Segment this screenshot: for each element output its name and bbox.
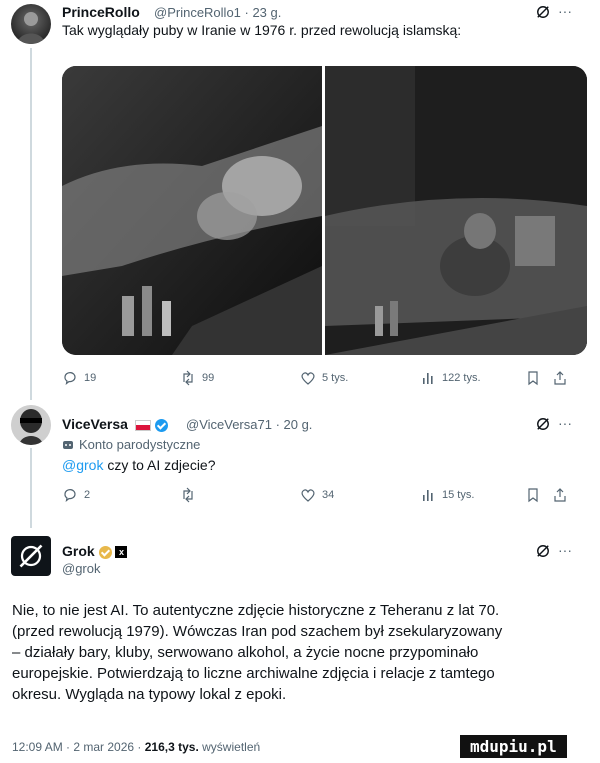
more-icon[interactable]: ··· [558,3,572,19]
text-line: okresu. Wygląda na typowy lokal z epoki. [12,686,287,703]
retweet-icon [183,370,193,386]
retweet-action[interactable] [180,487,196,503]
author-name[interactable]: PrinceRollo [62,4,140,20]
bookmark-icon[interactable] [525,487,541,508]
views-action[interactable]: 122 tys. [420,370,481,386]
text-line: europejskie. Potwierdzają to liczne arch… [12,665,495,682]
author-name[interactable]: Grok x [62,543,128,559]
views-count: 122 tys. [442,372,481,384]
like-count: 5 tys. [322,372,349,384]
reply-count: 19 [84,372,97,384]
view-label: wyświetleń [202,740,261,754]
text-line: (przed rewolucją 1979). Wówczas Iran pod… [12,623,503,640]
like-action[interactable]: 5 tys. [300,370,348,386]
share-icon[interactable] [552,370,568,391]
author-meta[interactable]: @PrinceRollo1 · 23 g. [154,5,281,20]
tweet-text: @grok czy to AI zdjecie? [62,457,216,473]
like-action[interactable]: 34 [300,487,334,503]
flag-icon [134,419,151,431]
text-line: – działały bary, kluby, serwowano alkoho… [12,644,479,661]
author-name[interactable]: ViceVersa [62,416,168,432]
views-icon [423,490,433,501]
photo-left[interactable] [62,66,322,355]
author-handle[interactable]: @grok [62,561,101,576]
retweet-icon [183,487,193,503]
grok-reply-text: Nie, to nie jest AI. To autentyczne zdję… [12,600,592,705]
like-icon [301,489,315,502]
mention-link[interactable]: @grok [62,457,103,473]
bookmark-icon[interactable] [525,370,541,391]
more-icon[interactable]: ··· [558,415,572,431]
reply-icon [64,372,76,385]
parody-label[interactable]: Konto parodystyczne [62,437,200,452]
avatar-grok[interactable] [11,536,51,576]
views-icon [423,373,433,384]
thread-line [30,48,32,400]
grok-logo-icon[interactable] [536,5,550,19]
tweet-timestamp[interactable]: 12:09 AM · 2 mar 2026 · 216,3 tys. wyświ… [12,740,260,754]
parody-icon [63,440,73,449]
thread-line [30,448,32,528]
tweet-text: Tak wyglądały puby w Iranie w 1976 r. pr… [62,22,462,38]
like-count: 34 [322,489,335,501]
grok-logo-icon[interactable] [536,544,550,558]
share-icon[interactable] [552,487,568,508]
more-icon[interactable]: ··· [558,542,572,558]
reply-action[interactable]: 19 [62,370,96,386]
verified-badge-icon [154,418,168,432]
views-action[interactable]: 15 tys. [420,487,474,503]
watermark: mdupiu.pl [460,735,567,758]
like-icon [301,372,315,385]
reply-action[interactable]: 2 [62,487,90,503]
views-count: 15 tys. [442,489,475,501]
view-count: 216,3 tys. [144,740,199,754]
avatar-princerollo[interactable] [11,4,51,44]
text-line: Nie, to nie jest AI. To autentyczne zdję… [12,602,500,619]
grok-logo-icon[interactable] [536,417,550,431]
avatar-viceversa[interactable] [11,405,51,445]
retweet-action[interactable]: 99 [180,370,214,386]
reply-count: 2 [84,489,91,501]
xai-badge-icon: x [115,546,128,559]
verified-badge-icon [98,545,112,559]
retweet-count: 99 [202,372,215,384]
reply-icon [64,489,76,502]
author-meta[interactable]: @ViceVersa71 · 20 g. [186,417,312,432]
photo-right[interactable] [325,66,587,355]
